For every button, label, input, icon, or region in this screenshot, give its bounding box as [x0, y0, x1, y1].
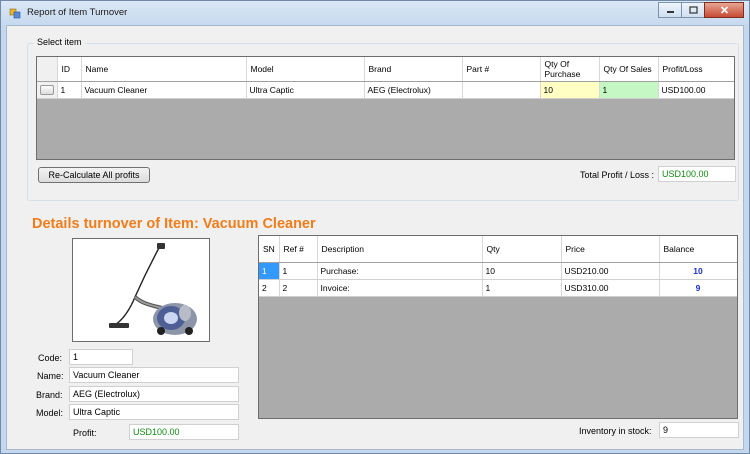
name-label: Name: [37, 371, 64, 381]
recalculate-button[interactable]: Re-Calculate All profits [38, 167, 150, 183]
profit-field[interactable]: USD100.00 [129, 424, 239, 440]
total-profit-field[interactable]: USD100.00 [658, 166, 736, 182]
client-area: Select item ID Name Model Brand Part # Q… [6, 25, 744, 450]
column-header-model[interactable]: Model [246, 57, 365, 82]
profit-label: Profit: [73, 428, 97, 438]
name-field[interactable]: Vacuum Cleaner [69, 367, 239, 383]
cell-qty-purchase[interactable]: 10 [540, 81, 600, 99]
code-label: Code: [38, 353, 63, 363]
column-header-ref[interactable]: Ref # [279, 236, 318, 263]
turnover-grid[interactable]: SN Ref # Description Qty Price Balance 1… [258, 235, 738, 419]
report-window: Report of Item Turnover Select item ID N… [0, 0, 750, 454]
cell-sn[interactable]: 1 [259, 262, 280, 280]
row-select-button[interactable] [37, 81, 58, 99]
column-header-id[interactable]: ID [57, 57, 82, 82]
maximize-button[interactable] [681, 2, 705, 18]
column-header-price[interactable]: Price [561, 236, 660, 263]
cell-ref[interactable]: 1 [279, 262, 318, 280]
column-header-name[interactable]: Name [81, 57, 247, 82]
cell-sn[interactable]: 2 [259, 279, 280, 297]
cell-brand[interactable]: AEG (Electrolux) [364, 81, 463, 99]
cell-description[interactable]: Purchase: [317, 262, 483, 280]
cell-part[interactable] [462, 81, 541, 99]
cell-qty[interactable]: 1 [482, 279, 562, 297]
select-item-label: Select item [34, 37, 85, 47]
column-header-brand[interactable]: Brand [364, 57, 463, 82]
model-field[interactable]: Ultra Captic [69, 404, 239, 420]
row-header-corner [37, 57, 58, 82]
row-button-icon [40, 84, 54, 95]
column-header-qty-purchase[interactable]: Qty Of Purchase [540, 57, 600, 82]
maximize-icon [688, 6, 698, 14]
column-header-sn[interactable]: SN [259, 236, 280, 263]
cell-qty-sales[interactable]: 1 [599, 81, 659, 99]
brand-field[interactable]: AEG (Electrolux) [69, 386, 239, 402]
inventory-field[interactable]: 9 [659, 422, 739, 438]
column-header-qty[interactable]: Qty [482, 236, 562, 263]
brand-label: Brand: [36, 390, 63, 400]
column-header-description[interactable]: Description [317, 236, 483, 263]
minimize-icon [666, 11, 674, 13]
inventory-label: Inventory in stock: [579, 426, 652, 436]
model-label: Model: [36, 408, 64, 418]
title-bar[interactable]: Report of Item Turnover [1, 1, 749, 25]
table-row[interactable]: 1 1 Purchase: 10 USD210.00 10 [259, 262, 737, 280]
column-header-part[interactable]: Part # [462, 57, 541, 82]
cell-model[interactable]: Ultra Captic [246, 81, 365, 99]
cell-balance[interactable]: 10 [659, 262, 737, 280]
details-title: Details turnover of Item: Vacuum Cleaner [32, 216, 316, 232]
column-header-balance[interactable]: Balance [659, 236, 737, 263]
caption-buttons [658, 2, 744, 18]
cell-qty[interactable]: 10 [482, 262, 562, 280]
table-row[interactable]: 2 2 Invoice: 1 USD310.00 9 [259, 279, 737, 297]
close-button[interactable] [704, 2, 744, 18]
column-header-qty-sales[interactable]: Qty Of Sales [599, 57, 659, 82]
code-field[interactable]: 1 [69, 349, 133, 365]
items-grid[interactable]: ID Name Model Brand Part # Qty Of Purcha… [36, 56, 735, 160]
column-header-profit[interactable]: Profit/Loss [658, 57, 734, 82]
product-image-box [72, 238, 210, 342]
close-icon [720, 6, 728, 14]
cell-description[interactable]: Invoice: [317, 279, 483, 297]
table-row[interactable]: 1 Vacuum Cleaner Ultra Captic AEG (Elect… [37, 81, 734, 99]
app-icon[interactable] [9, 7, 21, 19]
vacuum-cleaner-image [109, 243, 197, 335]
minimize-button[interactable] [658, 2, 682, 18]
select-item-group: Select item ID Name Model Brand Part # Q… [27, 37, 739, 201]
cell-ref[interactable]: 2 [279, 279, 318, 297]
cell-balance[interactable]: 9 [659, 279, 737, 297]
cell-price[interactable]: USD310.00 [561, 279, 660, 297]
cell-price[interactable]: USD210.00 [561, 262, 660, 280]
cell-profit[interactable]: USD100.00 [658, 81, 734, 99]
total-profit-label: Total Profit / Loss : [580, 170, 655, 180]
cell-id[interactable]: 1 [57, 81, 82, 99]
window-title: Report of Item Turnover [27, 7, 128, 18]
cell-name[interactable]: Vacuum Cleaner [81, 81, 247, 99]
